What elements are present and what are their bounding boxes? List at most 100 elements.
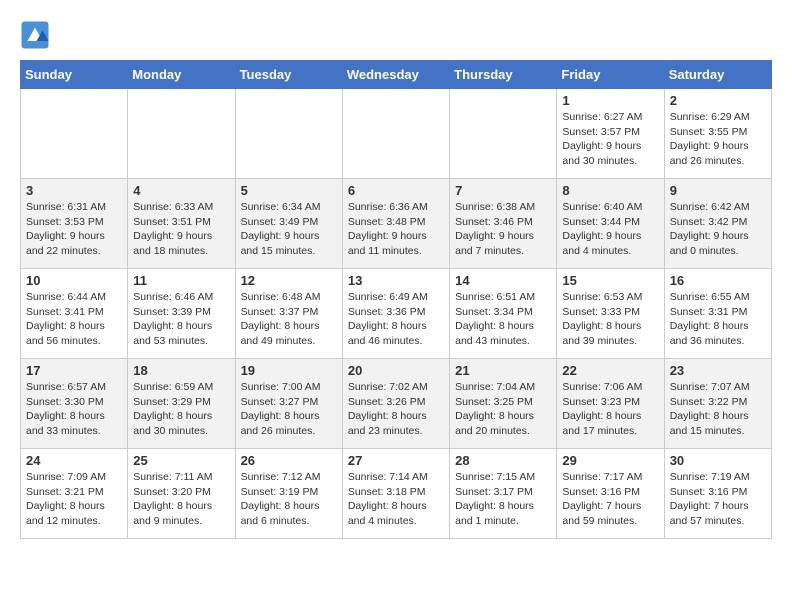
day-number: 2 xyxy=(670,93,766,108)
day-info: Sunrise: 6:51 AM Sunset: 3:34 PM Dayligh… xyxy=(455,290,551,349)
day-info: Sunrise: 6:44 AM Sunset: 3:41 PM Dayligh… xyxy=(26,290,122,349)
calendar-cell: 27Sunrise: 7:14 AM Sunset: 3:18 PM Dayli… xyxy=(342,449,449,539)
day-number: 14 xyxy=(455,273,551,288)
day-number: 24 xyxy=(26,453,122,468)
day-number: 13 xyxy=(348,273,444,288)
calendar-cell: 25 Sunrise: 7:11 AM Sunset: 3:20 PM Dayli… xyxy=(128,449,235,539)
day-info: Sunrise: 7:15 AM Sunset: 3:17 PM Dayligh… xyxy=(455,470,551,529)
calendar-cell: 20Sunrise: 7:02 AM Sunset: 3:26 PM Dayli… xyxy=(342,359,449,449)
calendar-cell: 6Sunrise: 6:36 AM Sunset: 3:48 PM Daylig… xyxy=(342,179,449,269)
calendar-cell: 17Sunrise: 6:57 AM Sunset: 3:30 PM Dayli… xyxy=(21,359,128,449)
day-number: 4 xyxy=(133,183,229,198)
calendar-cell: 12 Sunrise: 6:48 AM Sunset: 3:37 PM Dayli… xyxy=(235,269,342,359)
day-header-monday: Monday xyxy=(128,61,235,89)
day-info: Sunrise: 7:17 AM Sunset: 3:16 PM Dayligh… xyxy=(562,470,658,529)
day-info: Sunrise: 6:34 AM Sunset: 3:49 PM Dayligh… xyxy=(241,200,337,259)
day-number: 6 xyxy=(348,183,444,198)
calendar-week-row: 1 Sunrise: 6:27 AM Sunset: 3:57 PM Daylig… xyxy=(21,89,772,179)
day-info: Sunrise: 6:42 AM Sunset: 3:42 PM Dayligh… xyxy=(670,200,766,259)
day-info: Sunrise: 6:53 AM Sunset: 3:33 PM Dayligh… xyxy=(562,290,658,349)
day-info: Sunrise: 7:04 AM Sunset: 3:25 PM Dayligh… xyxy=(455,380,551,439)
day-info: Sunrise: 6:48 AM Sunset: 3:37 PM Dayligh… xyxy=(241,290,337,349)
calendar-cell: 22 Sunrise: 7:06 AM Sunset: 3:23 PM Dayli… xyxy=(557,359,664,449)
day-number: 7 xyxy=(455,183,551,198)
calendar-cell xyxy=(128,89,235,179)
day-number: 16 xyxy=(670,273,766,288)
day-header-wednesday: Wednesday xyxy=(342,61,449,89)
day-number: 17 xyxy=(26,363,122,378)
day-info: Sunrise: 7:11 AM Sunset: 3:20 PM Dayligh… xyxy=(133,470,229,529)
day-number: 1 xyxy=(562,93,658,108)
calendar-week-row: 10 Sunrise: 6:44 AM Sunset: 3:41 PM Dayli… xyxy=(21,269,772,359)
day-info: Sunrise: 7:07 AM Sunset: 3:22 PM Dayligh… xyxy=(670,380,766,439)
calendar-cell: 5 Sunrise: 6:34 AM Sunset: 3:49 PM Daylig… xyxy=(235,179,342,269)
day-number: 25 xyxy=(133,453,229,468)
day-number: 29 xyxy=(562,453,658,468)
day-number: 9 xyxy=(670,183,766,198)
logo xyxy=(20,20,55,50)
day-info: Sunrise: 6:55 AM Sunset: 3:31 PM Dayligh… xyxy=(670,290,766,349)
calendar-cell: 21Sunrise: 7:04 AM Sunset: 3:25 PM Dayli… xyxy=(450,359,557,449)
calendar-cell: 3Sunrise: 6:31 AM Sunset: 3:53 PM Daylig… xyxy=(21,179,128,269)
calendar-cell: 11 Sunrise: 6:46 AM Sunset: 3:39 PM Dayli… xyxy=(128,269,235,359)
calendar-cell: 19Sunrise: 7:00 AM Sunset: 3:27 PM Dayli… xyxy=(235,359,342,449)
calendar-cell: 14 Sunrise: 6:51 AM Sunset: 3:34 PM Dayli… xyxy=(450,269,557,359)
day-number: 26 xyxy=(241,453,337,468)
day-info: Sunrise: 6:27 AM Sunset: 3:57 PM Dayligh… xyxy=(562,110,658,169)
day-number: 20 xyxy=(348,363,444,378)
calendar-cell: 23 Sunrise: 7:07 AM Sunset: 3:22 PM Dayli… xyxy=(664,359,771,449)
calendar-week-row: 3Sunrise: 6:31 AM Sunset: 3:53 PM Daylig… xyxy=(21,179,772,269)
day-info: Sunrise: 6:59 AM Sunset: 3:29 PM Dayligh… xyxy=(133,380,229,439)
calendar-cell: 13 Sunrise: 6:49 AM Sunset: 3:36 PM Dayli… xyxy=(342,269,449,359)
calendar-cell xyxy=(450,89,557,179)
calendar-cell: 2 Sunrise: 6:29 AM Sunset: 3:55 PM Daylig… xyxy=(664,89,771,179)
calendar-cell xyxy=(21,89,128,179)
calendar-week-row: 24 Sunrise: 7:09 AM Sunset: 3:21 PM Dayli… xyxy=(21,449,772,539)
day-info: Sunrise: 6:46 AM Sunset: 3:39 PM Dayligh… xyxy=(133,290,229,349)
calendar-cell: 15 Sunrise: 6:53 AM Sunset: 3:33 PM Dayli… xyxy=(557,269,664,359)
day-number: 18 xyxy=(133,363,229,378)
calendar-cell: 26Sunrise: 7:12 AM Sunset: 3:19 PM Dayli… xyxy=(235,449,342,539)
calendar-header-row: SundayMondayTuesdayWednesdayThursdayFrid… xyxy=(21,61,772,89)
day-info: Sunrise: 7:06 AM Sunset: 3:23 PM Dayligh… xyxy=(562,380,658,439)
day-info: Sunrise: 6:38 AM Sunset: 3:46 PM Dayligh… xyxy=(455,200,551,259)
day-number: 30 xyxy=(670,453,766,468)
day-info: Sunrise: 7:00 AM Sunset: 3:27 PM Dayligh… xyxy=(241,380,337,439)
calendar-cell: 18 Sunrise: 6:59 AM Sunset: 3:29 PM Dayli… xyxy=(128,359,235,449)
calendar-table: SundayMondayTuesdayWednesdayThursdayFrid… xyxy=(20,60,772,539)
day-info: Sunrise: 6:49 AM Sunset: 3:36 PM Dayligh… xyxy=(348,290,444,349)
day-info: Sunrise: 7:19 AM Sunset: 3:16 PM Dayligh… xyxy=(670,470,766,529)
calendar-cell: 30 Sunrise: 7:19 AM Sunset: 3:16 PM Dayli… xyxy=(664,449,771,539)
calendar-cell xyxy=(342,89,449,179)
day-info: Sunrise: 7:09 AM Sunset: 3:21 PM Dayligh… xyxy=(26,470,122,529)
day-number: 23 xyxy=(670,363,766,378)
day-number: 12 xyxy=(241,273,337,288)
day-number: 28 xyxy=(455,453,551,468)
day-number: 3 xyxy=(26,183,122,198)
calendar-cell: 16 Sunrise: 6:55 AM Sunset: 3:31 PM Dayli… xyxy=(664,269,771,359)
day-header-tuesday: Tuesday xyxy=(235,61,342,89)
day-number: 11 xyxy=(133,273,229,288)
page-header xyxy=(20,20,772,50)
calendar-cell: 1 Sunrise: 6:27 AM Sunset: 3:57 PM Daylig… xyxy=(557,89,664,179)
day-header-thursday: Thursday xyxy=(450,61,557,89)
calendar-cell: 29 Sunrise: 7:17 AM Sunset: 3:16 PM Dayli… xyxy=(557,449,664,539)
day-header-friday: Friday xyxy=(557,61,664,89)
day-info: Sunrise: 6:29 AM Sunset: 3:55 PM Dayligh… xyxy=(670,110,766,169)
calendar-cell: 4 Sunrise: 6:33 AM Sunset: 3:51 PM Daylig… xyxy=(128,179,235,269)
calendar-week-row: 17Sunrise: 6:57 AM Sunset: 3:30 PM Dayli… xyxy=(21,359,772,449)
day-number: 5 xyxy=(241,183,337,198)
calendar-cell: 9 Sunrise: 6:42 AM Sunset: 3:42 PM Daylig… xyxy=(664,179,771,269)
calendar-cell: 28 Sunrise: 7:15 AM Sunset: 3:17 PM Dayli… xyxy=(450,449,557,539)
calendar-cell: 10 Sunrise: 6:44 AM Sunset: 3:41 PM Dayli… xyxy=(21,269,128,359)
day-header-sunday: Sunday xyxy=(21,61,128,89)
calendar-cell: 8Sunrise: 6:40 AM Sunset: 3:44 PM Daylig… xyxy=(557,179,664,269)
day-number: 22 xyxy=(562,363,658,378)
logo-icon xyxy=(20,20,50,50)
day-number: 15 xyxy=(562,273,658,288)
day-number: 10 xyxy=(26,273,122,288)
calendar-cell: 7 Sunrise: 6:38 AM Sunset: 3:46 PM Daylig… xyxy=(450,179,557,269)
day-info: Sunrise: 6:33 AM Sunset: 3:51 PM Dayligh… xyxy=(133,200,229,259)
calendar-cell xyxy=(235,89,342,179)
day-info: Sunrise: 6:40 AM Sunset: 3:44 PM Dayligh… xyxy=(562,200,658,259)
